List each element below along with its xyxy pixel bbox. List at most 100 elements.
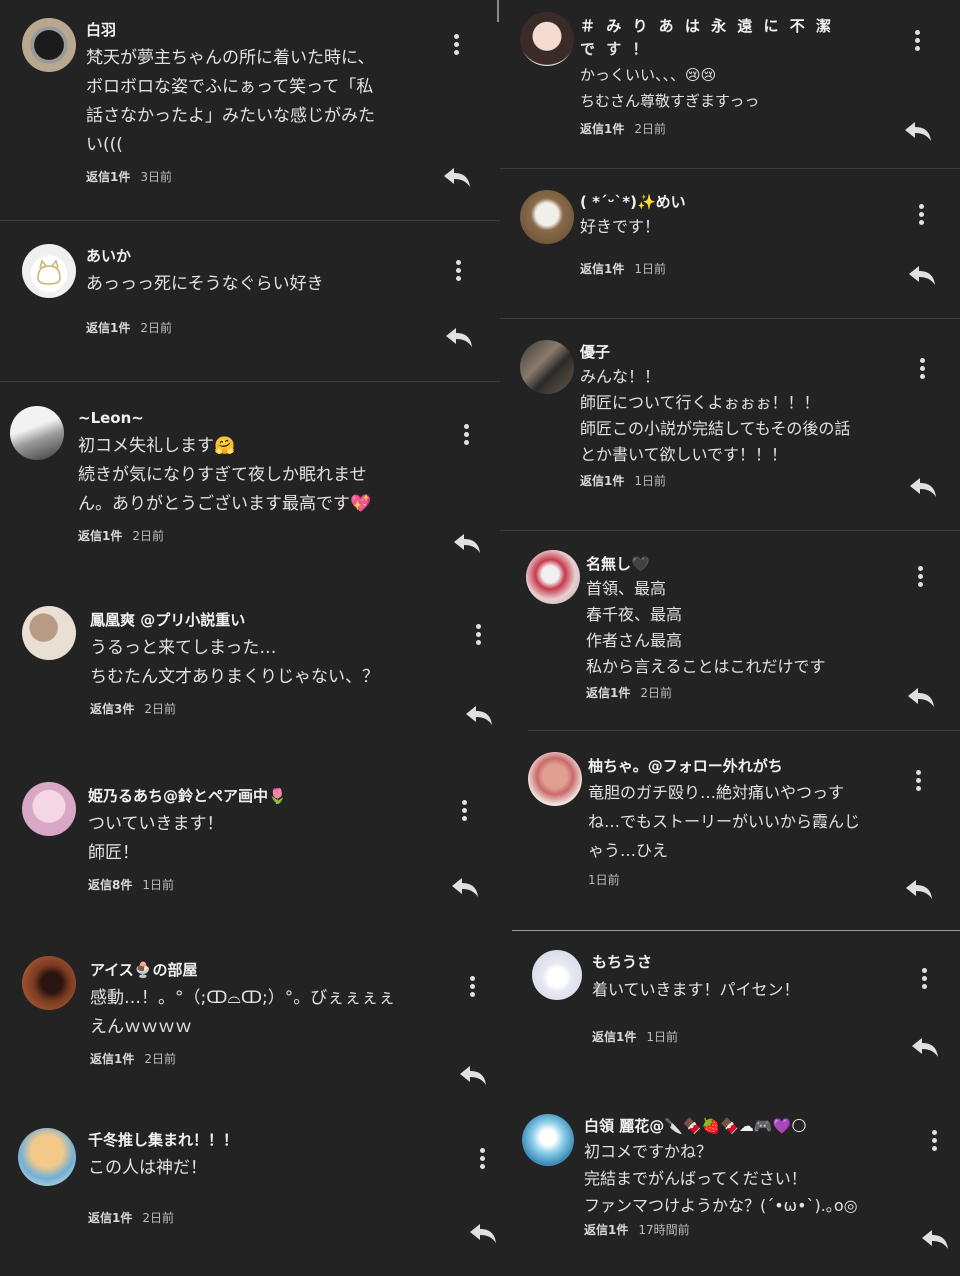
comment-item: 優子 みんな！！ 師匠について行くよぉぉぉ！！！ 師匠この小説が完結してもその後… [500,336,960,516]
reply-arrow-icon[interactable] [468,1222,498,1246]
username[interactable]: 名無し🖤 [586,554,826,574]
reply-arrow-icon[interactable] [906,686,936,710]
comment-meta: 返信1件 17時間前 [584,1221,858,1238]
reply-arrow-icon[interactable] [458,1064,488,1088]
reply-count-link[interactable]: 返信1件 [580,122,624,136]
comment-meta: 返信1件 2日前 [580,120,834,137]
username[interactable]: アイス🍨の部屋 [90,960,395,980]
kebab-icon[interactable] [460,800,468,824]
kebab-icon[interactable] [474,624,482,648]
user-avatar[interactable] [22,782,76,836]
kebab-icon[interactable] [918,358,926,382]
comment-meta: 返信1件 2日前 [78,527,371,544]
username[interactable]: 鳳凰爽 @プリ小説重い [90,610,379,630]
kebab-icon[interactable] [468,976,476,1000]
user-avatar[interactable] [22,244,76,298]
username[interactable]: 白領 麗花@🔪🍫🍓🍫☁🎮💜🌕 [584,1116,858,1136]
reply-count-link[interactable]: 返信1件 [88,1211,132,1225]
comment-text: この人は神だ！ [88,1158,207,1178]
username[interactable]: 千冬推し集まれ！！！ [88,1130,238,1150]
user-avatar[interactable] [22,606,76,660]
username[interactable]: もちうさ [592,952,800,972]
username[interactable]: ( *ˊᵕˋ*)✨めい [580,192,686,212]
username[interactable]: 姫乃るあち@鈴とペア画中🌷 [88,786,287,806]
reply-arrow-icon[interactable] [910,1036,940,1060]
user-avatar[interactable] [520,12,574,66]
user-avatar[interactable] [10,406,64,460]
comment-item: 名無し🖤 首領、最高 春千夜、最高 作者さん最高 私から言えることはこれだけです… [500,548,960,718]
username[interactable]: 柚ちゃ。@フォロー外れがち [588,756,860,776]
username[interactable]: ＃ み り あ は 永 遠 に 不 潔 [580,16,834,36]
timestamp: 2日前 [640,686,672,700]
user-avatar[interactable] [18,1128,76,1186]
kebab-icon[interactable] [462,424,470,448]
reply-arrow-icon[interactable] [450,876,480,900]
reply-count-link[interactable]: 返信1件 [580,474,624,488]
timestamp: 2日前 [144,1052,176,1066]
kebab-icon[interactable] [478,1148,486,1172]
comment-meta: 返信1件 1日前 [580,260,686,277]
reply-count-link[interactable]: 返信1件 [86,170,130,184]
timestamp: 2日前 [132,529,164,543]
reply-count-link[interactable]: 返信1件 [90,1052,134,1066]
user-avatar[interactable] [532,950,582,1000]
kebab-icon[interactable] [916,566,924,590]
divider [500,318,960,319]
username[interactable]: 白羽 [86,20,375,40]
comment-meta: 返信1件 2日前 [90,1050,395,1067]
comment-item: 千冬推し集まれ！！！ この人は神だ！ 返信1件 2日前 [0,1124,500,1264]
timestamp: 2日前 [634,122,666,136]
comment-text: 感動…！。°（;ↀ⌓ↀ;）°。びぇぇぇぇ えんｗｗｗｗ [90,988,396,1037]
reply-arrow-icon[interactable] [908,476,938,500]
divider [512,930,960,931]
user-avatar[interactable] [520,190,574,244]
comment-item: 鳳凰爽 @プリ小説重い うるっと来てしまった… ちむたん文才ありまくりじゃない、… [0,604,500,744]
kebab-icon[interactable] [454,260,462,284]
user-avatar[interactable] [522,1114,574,1166]
username[interactable]: ~Leon~ [78,408,371,428]
comment-text: 初コメですかね？ 完結までがんばってください！ ファンマつけようかな？(ˊ•ω•… [584,1142,858,1215]
reply-count-link[interactable]: 返信1件 [584,1223,628,1237]
kebab-icon[interactable] [452,34,460,58]
user-avatar[interactable] [528,752,582,806]
reply-arrow-icon[interactable] [904,878,934,902]
kebab-icon[interactable] [920,968,928,992]
reply-count-link[interactable]: 返信1件 [586,686,630,700]
kebab-icon[interactable] [914,770,922,794]
user-avatar[interactable] [526,550,580,604]
reply-count-link[interactable]: 返信1件 [86,321,130,335]
kebab-icon[interactable] [917,204,925,228]
user-avatar[interactable] [22,18,76,72]
user-avatar[interactable] [520,340,574,394]
reply-arrow-icon[interactable] [920,1228,950,1252]
timestamp: 1日前 [588,873,620,887]
reply-arrow-icon[interactable] [444,326,474,350]
comment-item: ＃ み り あ は 永 遠 に 不 潔 で す ！ かっくいい、、、😢😢 ちむさ… [500,10,960,160]
username[interactable]: 優子 [580,342,850,362]
comment-meta: 返信8件 1日前 [88,876,287,893]
username[interactable]: あいか [86,246,324,266]
reply-count-link[interactable]: 返信1件 [592,1030,636,1044]
kebab-icon[interactable] [930,1130,938,1154]
reply-arrow-icon[interactable] [452,532,482,556]
reply-count-link[interactable]: 返信1件 [580,262,624,276]
reply-arrow-icon[interactable] [907,264,937,288]
timestamp: 2日前 [144,702,176,716]
divider [500,530,960,531]
reply-arrow-icon[interactable] [464,704,494,728]
divider [0,381,500,382]
user-avatar[interactable] [22,956,76,1010]
reply-count-link[interactable]: 返信1件 [78,529,122,543]
comment-text: 竜胆のガチ殴り…絶対痛いやつっす ね…でもストーリーがいいから霞んじ ゃう…ひえ [588,783,861,860]
comment-item: ~Leon~ 初コメ失礼します🤗 続きが気になりすぎて夜しか眠れませ ん。ありが… [0,402,500,572]
kebab-icon[interactable] [913,30,921,54]
reply-count-link[interactable]: 返信8件 [88,878,132,892]
reply-count-link[interactable]: 返信3件 [90,702,134,716]
comment-meta: 返信1件 2日前 [86,319,324,336]
comment-item: ( *ˊᵕˋ*)✨めい 好きです！ 返信1件 1日前 [500,186,960,306]
reply-arrow-icon[interactable] [903,120,933,144]
reply-arrow-icon[interactable] [442,166,472,190]
comment-item: 白羽 梵天が夢主ちゃんの所に着いた時に、 ボロボロな姿でふにぁって笑って「私 話… [0,14,500,220]
timestamp: 2日前 [140,321,172,335]
comment-item: 姫乃るあち@鈴とペア画中🌷 ついていきます！ 師匠！ 返信8件 1日前 [0,780,500,920]
